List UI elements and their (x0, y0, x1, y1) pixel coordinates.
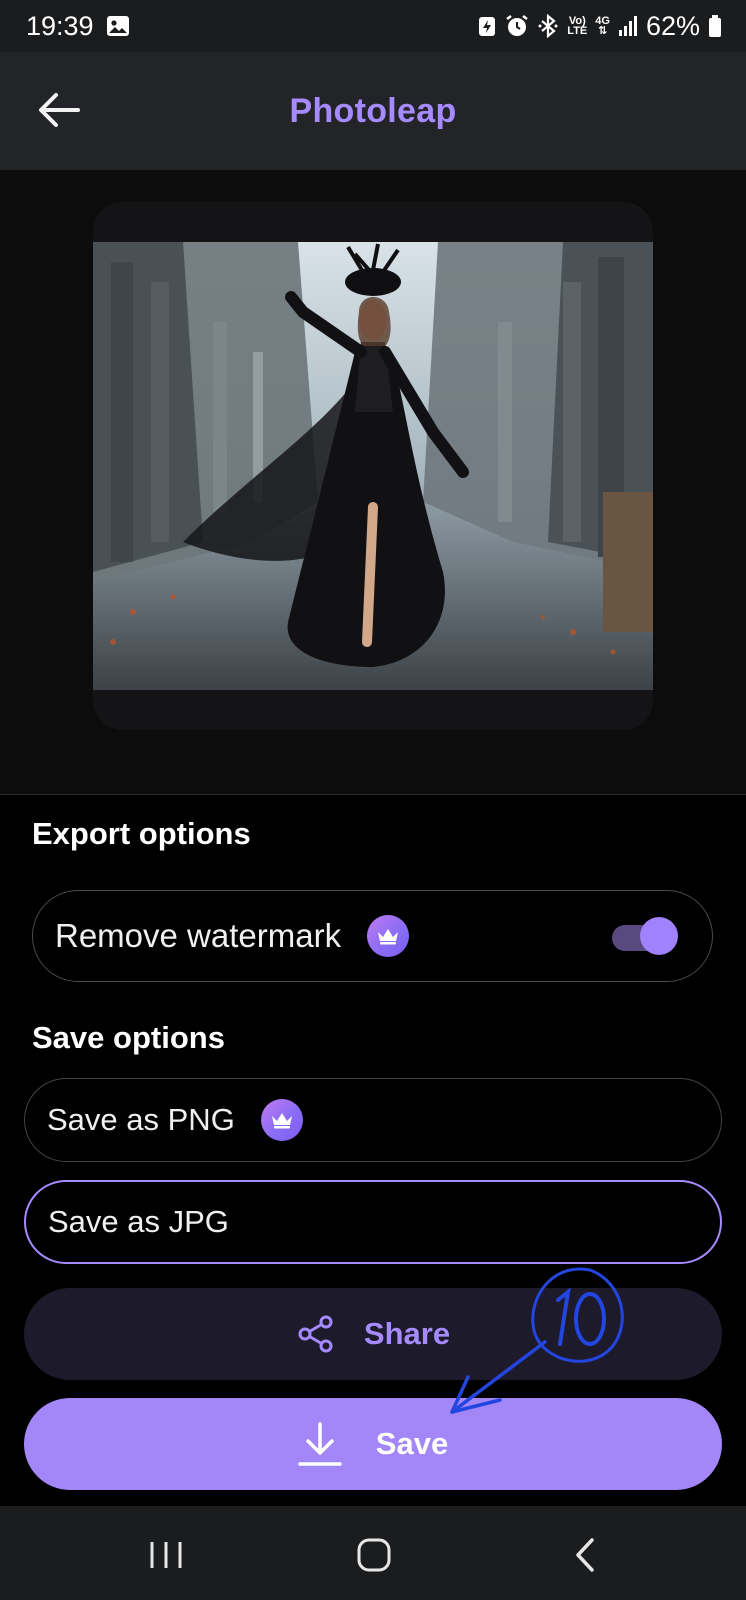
download-icon (298, 1422, 342, 1466)
back-nav-button[interactable] (556, 1530, 616, 1580)
app-bar: Photoleap (0, 52, 746, 170)
share-label: Share (363, 1316, 451, 1351)
volte-bottom: LTE (567, 25, 588, 37)
gallery-icon (106, 14, 130, 38)
battery-icon (708, 14, 722, 38)
4g-icon: 4G ⇅ (595, 16, 610, 37)
system-nav-bar (0, 1506, 746, 1600)
crown-icon (260, 1099, 303, 1141)
status-time: 19:39 (26, 10, 94, 41)
save-button[interactable]: Save (24, 1398, 722, 1490)
save-label: Save (375, 1426, 449, 1461)
save-as-png-option[interactable]: Save as PNG (24, 1078, 722, 1162)
status-bar: 19:39 Vo) LTE 4G ⇅ 62% (0, 0, 746, 52)
status-right: Vo) LTE 4G ⇅ 62% (477, 11, 722, 42)
data-arrows-icon: ⇅ (598, 25, 608, 37)
save-options-title: Save options (32, 1020, 225, 1055)
toggle-knob (640, 917, 678, 955)
remove-watermark-toggle[interactable] (612, 917, 678, 955)
share-button[interactable]: Share (24, 1288, 722, 1380)
remove-watermark-label: Remove watermark (55, 917, 342, 954)
signal-icon (618, 15, 638, 37)
save-as-png-label: Save as PNG (47, 1102, 235, 1137)
save-as-jpg-label: Save as JPG (48, 1204, 229, 1239)
alarm-icon (505, 14, 529, 38)
share-icon (298, 1315, 333, 1353)
arrow-left-icon (39, 93, 80, 127)
volte-icon: Vo) LTE (567, 16, 588, 37)
app-title: Photoleap (289, 91, 457, 130)
home-icon (357, 1538, 391, 1572)
recents-button[interactable] (136, 1530, 196, 1580)
crown-icon (367, 915, 410, 957)
status-left: 19:39 (26, 11, 130, 42)
battery-saver-icon (477, 14, 497, 38)
remove-watermark-row[interactable]: Remove watermark (32, 890, 713, 982)
bluetooth-icon (537, 14, 559, 38)
preview-card (93, 202, 653, 730)
preview-area (0, 170, 746, 794)
recents-icon (150, 1542, 182, 1568)
battery-percent: 62% (645, 10, 700, 41)
generated-image (93, 242, 653, 690)
export-options-title: Export options (32, 816, 251, 851)
home-button[interactable] (344, 1530, 404, 1580)
divider (0, 794, 746, 795)
back-icon (576, 1538, 594, 1572)
back-button[interactable] (34, 88, 84, 132)
save-as-jpg-option[interactable]: Save as JPG (24, 1180, 722, 1264)
